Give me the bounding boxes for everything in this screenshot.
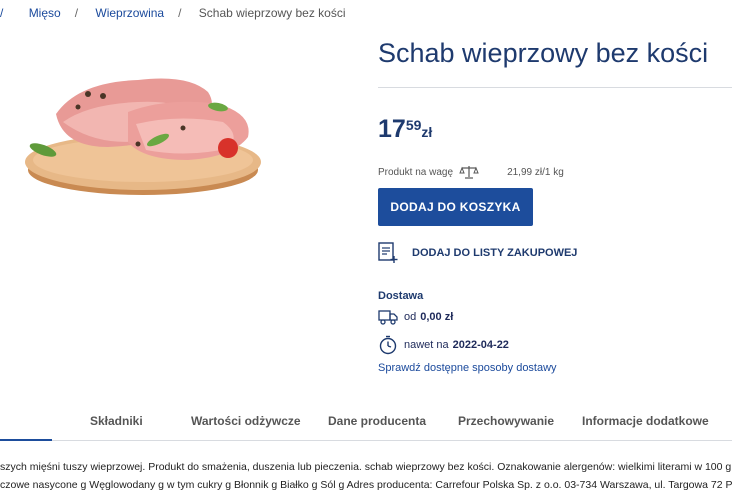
breadcrumb-item-wieprzowina[interactable]: Wieprzowina: [95, 6, 164, 20]
description-line: szych mięśni tuszy wieprzowej. Produkt d…: [0, 461, 732, 473]
delivery-date-value: 2022-04-22: [452, 339, 509, 351]
delivery-cost-value: 0,00 zł: [420, 311, 454, 323]
product-tabs: Składniki Wartości odżywcze Dane produce…: [0, 398, 732, 441]
add-to-list-label: DODAJ DO LISTY ZAKUPOWEJ: [412, 247, 578, 259]
tab-storage[interactable]: Przechowywanie: [458, 414, 554, 428]
delivery-date-prefix: nawet na: [404, 339, 449, 351]
product-title: Schab wieprzowy bez kości: [378, 38, 709, 68]
add-to-list-button[interactable]: DODAJ DO LISTY ZAKUPOWEJ: [378, 242, 577, 264]
price: 1759zł: [378, 115, 432, 144]
tab-ingredients[interactable]: Składniki: [90, 414, 143, 428]
price-currency: zł: [421, 124, 433, 140]
scale-icon: [459, 166, 479, 179]
delivery-cost: od 0,00 zł: [378, 309, 453, 325]
shopping-list-icon: [378, 242, 398, 263]
unit-price: 21,99 zł/1 kg: [507, 166, 564, 178]
breadcrumb-sep: /: [0, 6, 4, 20]
breadcrumb-item-mieso[interactable]: Mięso: [29, 6, 61, 20]
truck-icon: [378, 310, 398, 325]
delivery-heading: Dostawa: [378, 290, 424, 302]
tab-additional-info[interactable]: Informacje dodatkowe: [582, 414, 709, 428]
product-image: [25, 78, 261, 195]
breadcrumb-sep: /: [74, 6, 79, 20]
weight-label: Produkt na wagę: [378, 166, 454, 178]
breadcrumb: / Mięso / Wieprzowina / Schab wieprzowy be…: [0, 6, 346, 20]
weight-info: Produkt na wagę 21,99 zł/1 kg: [378, 165, 564, 179]
product-description: szych mięśni tuszy wieprzowej. Produkt d…: [0, 458, 732, 494]
tab-producer[interactable]: Dane producenta: [328, 414, 426, 428]
stopwatch-icon: [379, 335, 397, 355]
tab-nutrition[interactable]: Wartości odżywcze: [191, 414, 301, 428]
price-integer: 17: [378, 115, 406, 143]
breadcrumb-current: Schab wieprzowy bez kości: [198, 6, 346, 20]
delivery-cost-prefix: od: [404, 311, 417, 323]
add-to-cart-button[interactable]: DODAJ DO KOSZYKA: [378, 188, 533, 226]
description-line: czowe nasycone g Węglowodany g w tym cuk…: [0, 479, 732, 491]
price-decimal: 59: [405, 117, 422, 133]
active-tab-indicator: [0, 439, 52, 441]
check-delivery-link[interactable]: Sprawdź dostępne sposoby dostawy: [378, 362, 557, 374]
delivery-date: nawet na 2022-04-22: [378, 335, 509, 355]
breadcrumb-sep: /: [178, 6, 182, 20]
divider: [378, 87, 732, 88]
